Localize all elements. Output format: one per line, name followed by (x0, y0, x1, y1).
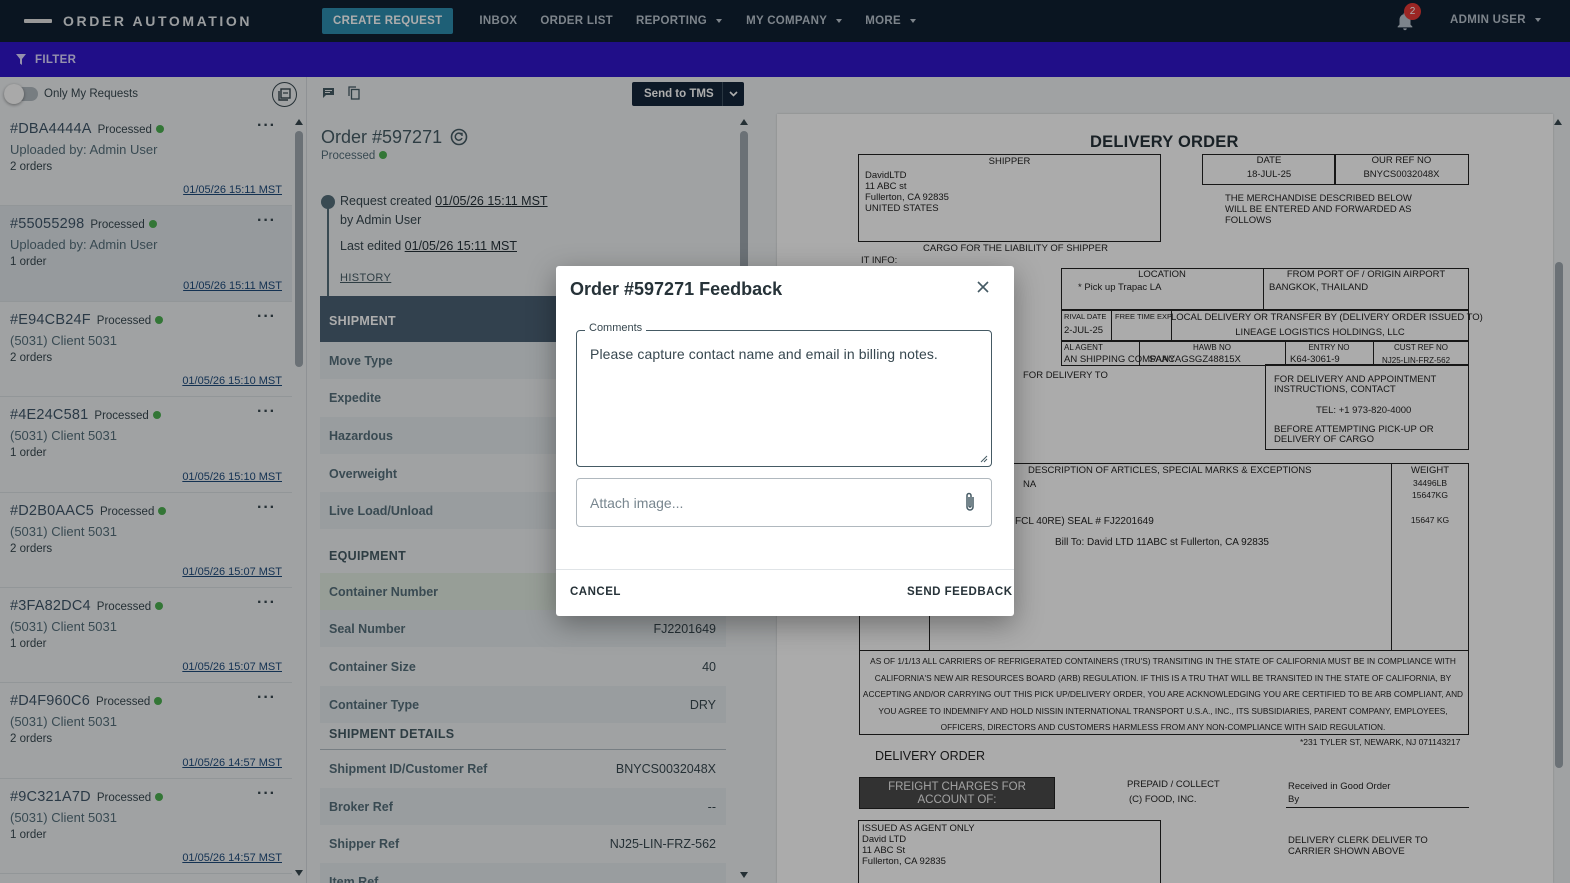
resize-grip-icon[interactable] (980, 455, 988, 463)
feedback-dialog: Order #597271 Feedback Comments Please c… (556, 266, 1014, 616)
comments-value[interactable]: Please capture contact name and email in… (590, 346, 938, 362)
cancel-button[interactable]: CANCEL (570, 586, 621, 598)
attach-image-placeholder[interactable]: Attach image... (590, 495, 683, 511)
paperclip-icon[interactable] (962, 491, 978, 513)
send-feedback-button[interactable]: SEND FEEDBACK (907, 586, 1013, 598)
comments-label: Comments (585, 322, 647, 334)
dialog-title: Order #597271 Feedback (570, 279, 783, 299)
close-icon[interactable] (976, 280, 990, 294)
dialog-divider (556, 569, 1014, 570)
